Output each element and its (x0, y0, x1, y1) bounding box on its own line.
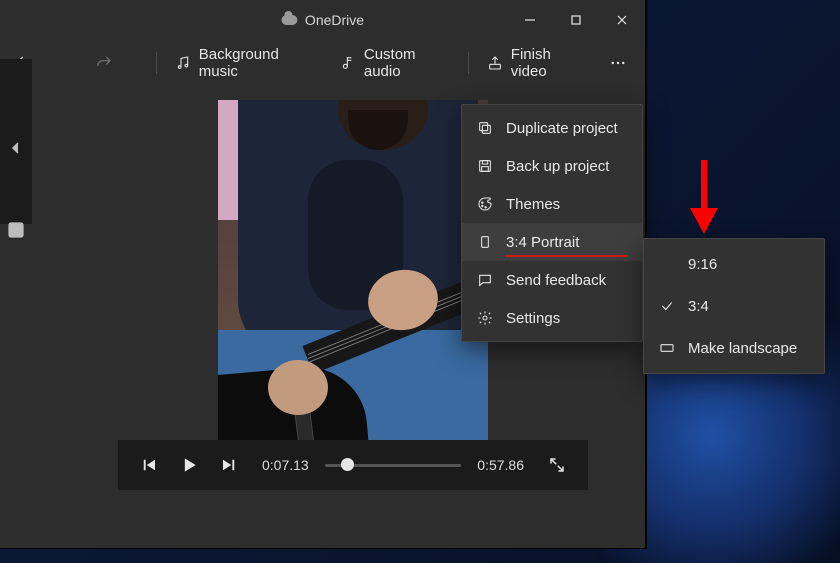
window-title-text: OneDrive (305, 12, 364, 28)
chevron-left-icon[interactable] (11, 142, 21, 154)
menu-themes-label: Themes (506, 196, 560, 213)
menu-settings-label: Settings (506, 310, 560, 327)
redo-button[interactable] (91, 49, 117, 77)
play-button[interactable] (172, 448, 206, 482)
audio-icon (340, 55, 356, 71)
more-button[interactable] (603, 49, 633, 77)
gear-icon (476, 309, 494, 327)
finish-video-button[interactable]: Finish video (479, 41, 593, 85)
aspect-option-3-4[interactable]: 3:4 (644, 285, 824, 327)
save-icon (476, 157, 494, 175)
aspect-submenu: 9:16 3:4 Make landscape (643, 238, 825, 374)
seek-slider[interactable] (325, 455, 462, 475)
more-menu: Duplicate project Back up project Themes… (461, 104, 643, 342)
step-forward-button[interactable] (212, 448, 246, 482)
aspect-make-landscape[interactable]: Make landscape (644, 327, 824, 369)
custom-audio-button[interactable]: Custom audio (332, 41, 458, 85)
annotation-arrow (684, 156, 724, 236)
onedrive-icon (281, 15, 297, 25)
menu-duplicate-project[interactable]: Duplicate project (462, 109, 642, 147)
ellipsis-icon (609, 54, 627, 72)
check-icon (658, 297, 676, 315)
menu-settings[interactable]: Settings (462, 299, 642, 337)
toolbar: Background music Custom audio Finish vid… (0, 40, 645, 86)
annotation-underline (505, 255, 628, 257)
aspect-icon (476, 233, 494, 251)
themes-icon (476, 195, 494, 213)
aspect-landscape-label: Make landscape (688, 340, 797, 357)
player-controls: 0:07.13 0:57.86 (118, 440, 588, 490)
export-icon (487, 55, 503, 71)
total-time: 0:57.86 (467, 457, 534, 473)
menu-duplicate-label: Duplicate project (506, 120, 618, 137)
duplicate-icon (476, 119, 494, 137)
menu-feedback-label: Send feedback (506, 272, 606, 289)
background-music-button[interactable]: Background music (167, 41, 322, 85)
landscape-icon (658, 339, 676, 357)
finish-video-label: Finish video (511, 46, 585, 80)
maximize-button[interactable] (553, 0, 599, 40)
titlebar: OneDrive (0, 0, 645, 40)
feedback-icon (476, 271, 494, 289)
menu-themes[interactable]: Themes (462, 185, 642, 223)
custom-audio-label: Custom audio (364, 46, 450, 80)
left-rail (0, 59, 32, 224)
minimize-button[interactable] (507, 0, 553, 40)
current-time: 0:07.13 (252, 457, 319, 473)
menu-backup-project[interactable]: Back up project (462, 147, 642, 185)
menu-send-feedback[interactable]: Send feedback (462, 261, 642, 299)
window-title: OneDrive (281, 12, 364, 28)
video-preview (218, 100, 488, 460)
aspect-3-4-label: 3:4 (688, 298, 709, 315)
background-music-label: Background music (199, 46, 314, 80)
menu-backup-label: Back up project (506, 158, 609, 175)
music-icon (175, 55, 191, 71)
grid-icon[interactable] (8, 222, 24, 238)
menu-aspect-ratio[interactable]: 3:4 Portrait (462, 223, 642, 261)
aspect-9-16-label: 9:16 (688, 256, 717, 273)
close-button[interactable] (599, 0, 645, 40)
step-back-button[interactable] (132, 448, 166, 482)
fullscreen-button[interactable] (540, 448, 574, 482)
menu-aspect-label: 3:4 Portrait (506, 234, 579, 251)
aspect-option-9-16[interactable]: 9:16 (644, 243, 824, 285)
blank-icon (658, 255, 676, 273)
